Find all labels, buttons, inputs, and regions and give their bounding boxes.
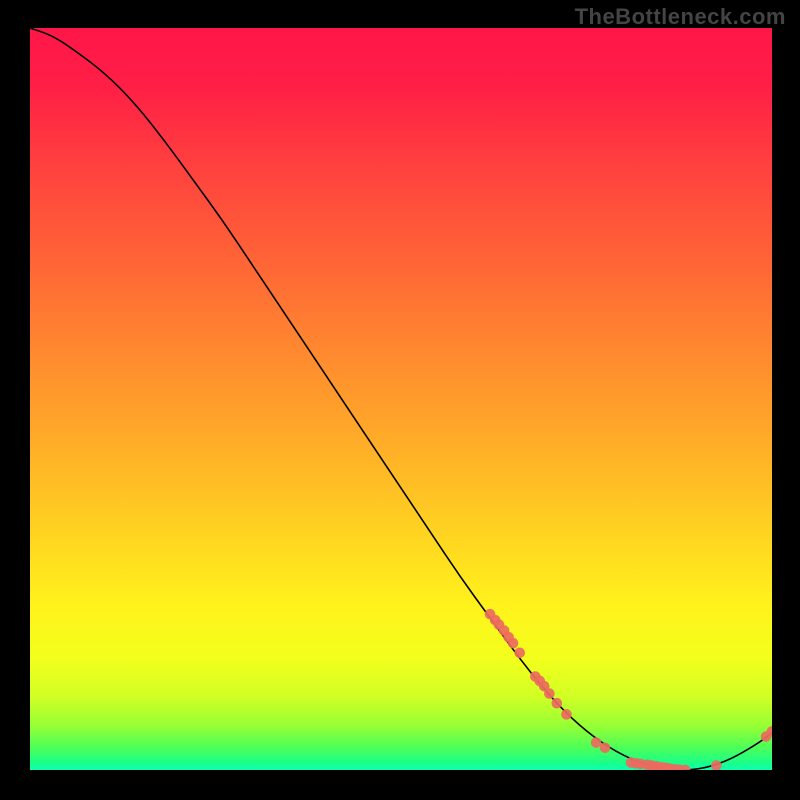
data-marker <box>508 638 519 649</box>
gradient-background <box>30 28 772 770</box>
watermark-label: TheBottleneck.com <box>575 4 786 30</box>
data-marker <box>591 737 602 748</box>
data-marker <box>514 647 525 658</box>
plot-area <box>30 28 772 770</box>
chart-frame: TheBottleneck.com <box>0 0 800 800</box>
data-marker <box>561 709 572 720</box>
chart-svg <box>30 28 772 770</box>
data-marker <box>600 742 611 753</box>
data-marker <box>544 688 555 699</box>
data-marker <box>552 698 563 709</box>
